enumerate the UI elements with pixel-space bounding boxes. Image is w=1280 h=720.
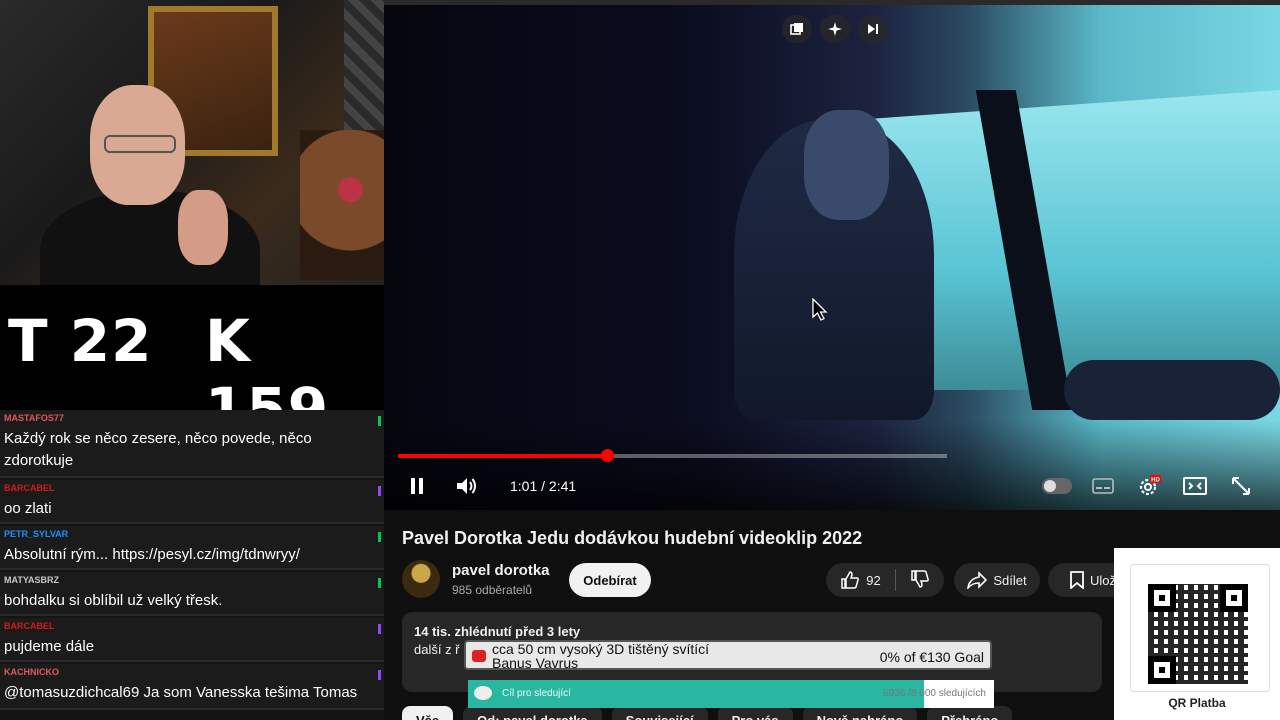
follower-goal-widget: Cíl pro sledující 6936 /8 000 sledujícíc…: [468, 680, 994, 708]
hd-badge: HD: [1151, 478, 1160, 484]
theater-mode-button[interactable]: [1180, 472, 1210, 500]
chat-message: BARCABEL oo zlati: [0, 480, 384, 524]
autoplay-toggle[interactable]: [1042, 478, 1072, 494]
share-button[interactable]: Sdílet: [954, 563, 1040, 597]
chat-badge-marker: [378, 416, 381, 426]
subscriber-count: 985 odběratelů: [452, 583, 533, 597]
player-top-icons: [782, 15, 888, 43]
chat-text: Absolutní rým... https://pesyl.cz/img/td…: [4, 546, 300, 563]
player-controls: 1:01 / 2:41 HD: [384, 470, 1280, 502]
chat-username[interactable]: MATYASBRZ: [4, 575, 59, 585]
like-divider: [894, 569, 896, 591]
sparkle-icon[interactable]: [820, 15, 850, 43]
views-and-date: 14 tis. zhlédnutí před 3 lety: [414, 624, 581, 639]
chip-2[interactable]: Související: [611, 706, 708, 720]
subtitles-button[interactable]: [1088, 472, 1118, 500]
goal-title-line1: cca 50 cm vysoký 3D tištěný svítící: [492, 641, 710, 657]
time-display: 1:01 / 2:41: [510, 478, 577, 494]
qr-finder-top-left: [1148, 584, 1176, 612]
chat-message: MATYASBRZ bohdalku si oblíbil už velký tř…: [0, 572, 384, 616]
chip-1[interactable]: Od: pavel dorotka: [463, 706, 602, 720]
thumbs-down-icon: [910, 569, 929, 588]
chat-username[interactable]: KACHNICKO: [4, 667, 59, 677]
follower-goal-count: 6936 /8 000 sledujících: [883, 688, 986, 699]
gift-icon: [472, 650, 486, 662]
like-count: 92: [866, 572, 881, 588]
chip-3[interactable]: Pro vás: [717, 706, 793, 720]
channel-name[interactable]: pavel dorotka: [452, 562, 550, 579]
chat-username[interactable]: PETR_SYLVAR: [4, 529, 68, 539]
settings-button[interactable]: HD: [1134, 472, 1164, 500]
player-top-border: [384, 0, 1280, 5]
driver-face: [804, 110, 889, 220]
chip-4[interactable]: Nově nahráno: [802, 706, 918, 720]
chat-text: Každý rok se něco zesere, něco povede, n…: [4, 430, 312, 469]
like-dislike-group: 92: [826, 563, 944, 597]
chat-message: BARCABEL pujdeme dále: [0, 618, 384, 662]
qr-finder-top-right: [1220, 584, 1248, 612]
seek-bar[interactable]: [398, 449, 947, 462]
chat-badge-marker: [378, 624, 381, 634]
streamer-glasses: [104, 135, 176, 153]
screen: T 22 K 159 MASTAFOS77 Každý rok se něco z…: [0, 0, 1280, 720]
chat-username[interactable]: BARCABEL: [4, 483, 55, 493]
skip-icon[interactable]: [858, 15, 888, 43]
follower-goal-label: Cíl pro sledující: [502, 688, 571, 699]
qr-payment-widget: QR Platba: [1114, 548, 1280, 720]
chat-panel: MASTAFOS77 Každý rok se něco zesere, něco…: [0, 410, 384, 720]
driver-arm: [1064, 360, 1280, 420]
chat-message: MASTAFOS77 Každý rok se něco zesere, něco…: [0, 410, 384, 478]
recommendation-chips: Vše Od: pavel dorotka Související Pro vás No…: [402, 706, 1013, 720]
goal-progress-text: 0% of €130 Goal: [879, 649, 984, 665]
chat-text: @tomasuzdichcal69 Ja som Vanesska tešima…: [4, 684, 358, 701]
save-label: Ulož: [1089, 572, 1116, 588]
shelf-decor: [300, 130, 384, 280]
score-counter: T 22 K 159: [0, 285, 384, 443]
chat-text: oo zlati: [4, 500, 52, 517]
counter-t: T 22: [8, 307, 153, 375]
chat-badge-marker: [378, 670, 381, 680]
chat-username[interactable]: MASTAFOS77: [4, 413, 64, 423]
dislike-button[interactable]: [910, 569, 930, 592]
chat-badge-marker: [378, 532, 381, 542]
fullscreen-button[interactable]: [1226, 472, 1256, 500]
donation-goal-widget: cca 50 cm vysoký 3D tištěný svítící Banu…: [464, 640, 992, 670]
video-title: Pavel Dorotka Jedu dodávkou hudební vide…: [402, 528, 863, 548]
share-label: Sdílet: [993, 572, 1027, 588]
bookmark-icon: [1070, 571, 1084, 589]
chat-badge-marker: [378, 486, 381, 496]
pause-button[interactable]: [402, 472, 432, 500]
thumbs-up-icon: [841, 571, 860, 589]
seek-handle[interactable]: [600, 449, 614, 462]
heart-icon: [474, 686, 492, 700]
video-player[interactable]: 1:01 / 2:41 HD: [384, 0, 1280, 510]
chat-text: bohdalku si oblíbil už velký třesk.: [4, 592, 223, 609]
volume-button[interactable]: [452, 472, 482, 500]
subscribe-button[interactable]: Odebírat: [569, 563, 651, 597]
chat-badge-marker: [378, 578, 381, 588]
goal-title-line2: Banus Vavrus: [492, 655, 579, 671]
chip-0[interactable]: Vše: [402, 706, 454, 720]
qr-finder-bottom-left: [1148, 656, 1176, 684]
streamer-hand: [178, 190, 228, 265]
webcam-feed: [0, 0, 384, 285]
seek-played: [398, 454, 607, 458]
share-icon: [967, 571, 988, 589]
chat-username[interactable]: BARCABEL: [4, 621, 55, 631]
like-button[interactable]: 92: [840, 570, 881, 590]
stream-side-panel: T 22 K 159 MASTAFOS77 Každý rok se něco z…: [0, 0, 384, 720]
miniplayer-icon[interactable]: [782, 15, 812, 43]
chip-5[interactable]: Přehráno: [927, 706, 1013, 720]
description-text: další z ř: [414, 642, 460, 657]
chat-message: PETR_SYLVAR Absolutní rým... https://pesy…: [0, 526, 384, 570]
channel-avatar[interactable]: [402, 560, 440, 598]
chat-message: KACHNICKO @tomasuzdichcal69 Ja som Vaness…: [0, 664, 384, 710]
qr-label: QR Platba: [1168, 696, 1226, 710]
chat-text: pujdeme dále: [4, 638, 95, 655]
